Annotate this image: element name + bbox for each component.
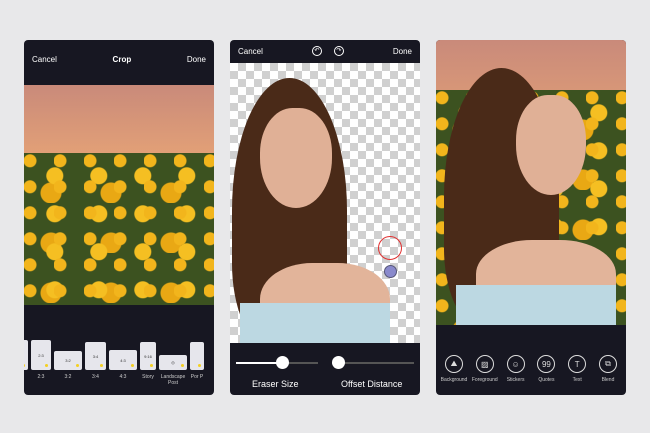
quote-icon: 99 bbox=[537, 355, 556, 373]
text-icon: T bbox=[568, 355, 587, 373]
text-tool[interactable]: T Text bbox=[563, 355, 591, 383]
ratio-option-portrait-post[interactable]: Por P bbox=[190, 342, 204, 386]
done-button[interactable]: Done bbox=[393, 47, 412, 56]
background-tool[interactable]: ⛰ Background bbox=[440, 355, 468, 383]
page-title: Crop bbox=[112, 54, 132, 64]
quotes-tool[interactable]: 99 Quotes bbox=[532, 355, 560, 383]
ratio-option-2-3[interactable]: 2:3 2:3 bbox=[31, 340, 51, 386]
ratio-option-3-4[interactable]: 3:4 3:4 bbox=[85, 342, 106, 386]
aspect-ratio-list[interactable]: 2:3 2:3 3:2 3:2 3:4 3:4 4:3 4:3 9:16 Story ◎ L… bbox=[24, 340, 204, 386]
ratio-option-4-3[interactable]: 4:3 4:3 bbox=[109, 350, 137, 386]
ratio-option-3-2[interactable]: 3:2 3:2 bbox=[54, 351, 82, 386]
edit-toolbar: ⛰ Background ▨ Foreground ☺ Stickers 99 Quot… bbox=[440, 355, 622, 383]
foreground-tool[interactable]: ▨ Foreground bbox=[471, 355, 499, 383]
ratio-option-landscape-post[interactable]: ◎ Landscape Post bbox=[159, 355, 187, 386]
brush-ring bbox=[378, 236, 402, 260]
redo-icon[interactable]: ↷ bbox=[333, 46, 344, 56]
eraser-size-slider[interactable] bbox=[236, 356, 318, 369]
crop-screen: Cancel Crop Done 2:3 2:3 3:2 3:2 3:4 3:4 4:… bbox=[24, 40, 214, 395]
eraser-size-label: Eraser Size bbox=[252, 379, 299, 389]
foreground-icon: ▨ bbox=[475, 355, 494, 373]
landscape-icon: ⛰ bbox=[445, 355, 463, 373]
blend-icon: ⧉ bbox=[598, 355, 617, 373]
blend-tool[interactable]: ⧉ Blend bbox=[594, 355, 622, 383]
ratio-option-story[interactable]: 9:16 Story bbox=[140, 342, 156, 386]
done-button[interactable]: Done bbox=[187, 55, 206, 64]
undo-icon[interactable]: ↶ bbox=[311, 46, 322, 56]
offset-distance-label: Offset Distance bbox=[341, 379, 403, 389]
offset-distance-slider[interactable] bbox=[332, 356, 414, 369]
sunflower-photo[interactable] bbox=[24, 85, 214, 305]
eraser-screen: Cancel ↶ ↷ Done Eraser Size Offset Dista… bbox=[230, 40, 420, 395]
cancel-button[interactable]: Cancel bbox=[238, 47, 263, 56]
brush-handle[interactable] bbox=[384, 265, 397, 278]
composited-photo[interactable] bbox=[436, 40, 626, 325]
smiley-icon: ☺ bbox=[506, 355, 525, 373]
erase-canvas[interactable] bbox=[230, 63, 420, 343]
edit-screen: ⛰ Background ▨ Foreground ☺ Stickers 99 Quot… bbox=[436, 40, 626, 395]
stickers-tool[interactable]: ☺ Stickers bbox=[502, 355, 530, 383]
cancel-button[interactable]: Cancel bbox=[32, 55, 57, 64]
ratio-option[interactable] bbox=[24, 340, 28, 386]
